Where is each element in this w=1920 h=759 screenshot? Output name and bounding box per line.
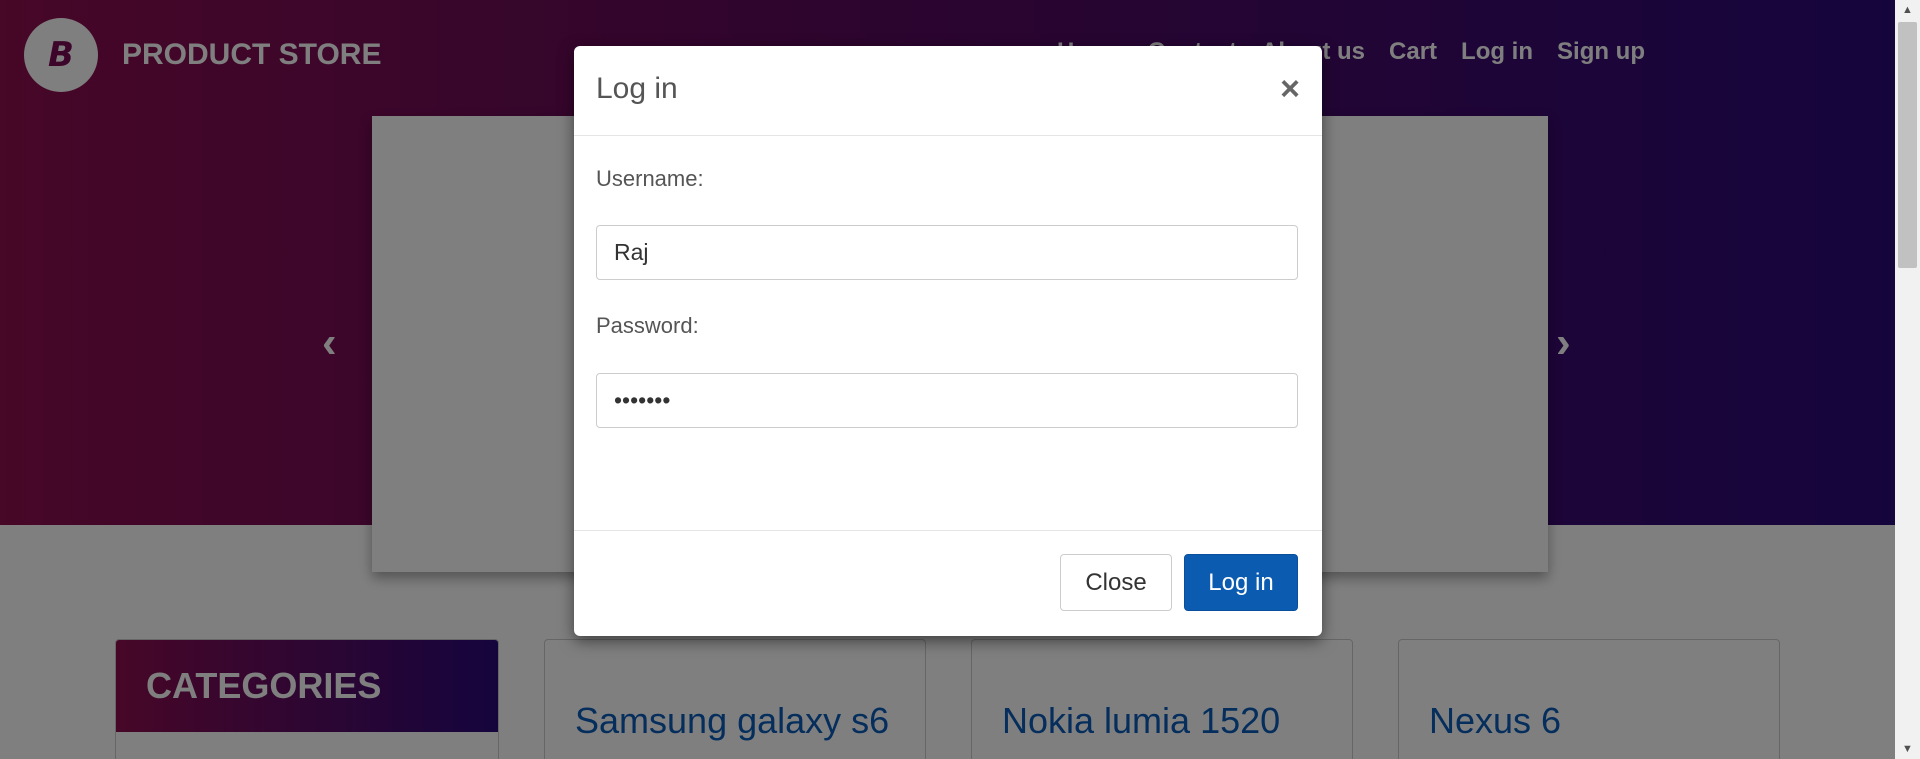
scroll-up-icon[interactable]: ▲ xyxy=(1895,0,1920,20)
modal-title: Log in xyxy=(596,72,678,105)
scroll-down-icon[interactable]: ▼ xyxy=(1895,739,1920,759)
password-input[interactable] xyxy=(596,373,1298,428)
username-input[interactable] xyxy=(596,225,1298,280)
username-label: Username: xyxy=(596,166,704,191)
close-icon[interactable]: × xyxy=(1280,72,1300,106)
scroll-thumb[interactable] xyxy=(1898,22,1917,268)
scrollbar[interactable]: ▲ ▼ xyxy=(1895,0,1920,759)
modal-body: Username: Password: xyxy=(574,136,1322,531)
modal-footer: Close Log in xyxy=(574,531,1322,636)
modal-header: Log in × xyxy=(574,46,1322,136)
login-button[interactable]: Log in xyxy=(1184,554,1298,611)
close-button[interactable]: Close xyxy=(1060,554,1172,611)
login-modal: Log in × Username: Password: Close Log i… xyxy=(574,46,1322,636)
password-label: Password: xyxy=(596,313,699,338)
